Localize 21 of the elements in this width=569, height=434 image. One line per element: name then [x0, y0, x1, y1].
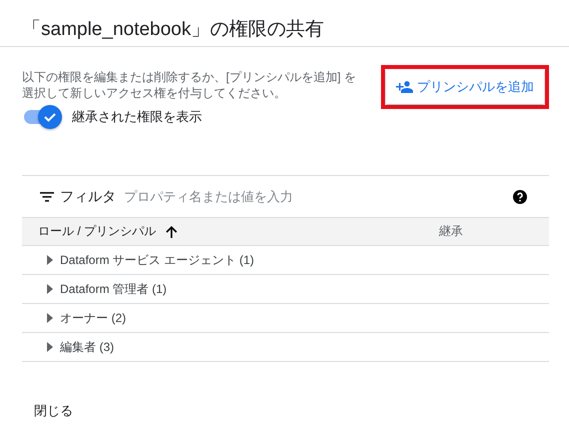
close-button[interactable]: 閉じる: [30, 398, 77, 424]
expand-caret-icon[interactable]: [46, 342, 54, 352]
sort-arrow-icon[interactable]: [166, 226, 178, 238]
role-group-label[interactable]: Dataform 管理者 (1): [60, 280, 167, 298]
expand-caret-icon[interactable]: [46, 255, 54, 265]
role-group-label[interactable]: Dataform サービス エージェント (1): [60, 252, 254, 268]
toggle-switch[interactable]: [22, 105, 62, 129]
description-text: 以下の権限を編集または削除するか、[プリンシパルを追加] を選択して新しいアクセス権を付与してください。: [22, 69, 358, 102]
filter-icon: [40, 192, 54, 202]
filter-label: フィルタ: [60, 188, 116, 206]
expand-caret-icon[interactable]: [46, 313, 54, 323]
add-principal-button[interactable]: プリンシパルを追加: [386, 70, 544, 104]
help-icon[interactable]: [513, 190, 527, 204]
toggle-label: 継承された権限を表示: [72, 108, 202, 126]
column-header[interactable]: ロール / プリンシパル: [38, 223, 156, 240]
dialog-title: 「sample_notebook」の権限の共有: [0, 0, 569, 47]
column-header[interactable]: 継承: [439, 223, 463, 240]
role-group-label[interactable]: オーナー (2): [60, 310, 126, 326]
add-person-icon: [396, 81, 413, 93]
role-group-label[interactable]: 編集者 (3): [60, 338, 114, 356]
expand-caret-icon[interactable]: [46, 284, 54, 294]
